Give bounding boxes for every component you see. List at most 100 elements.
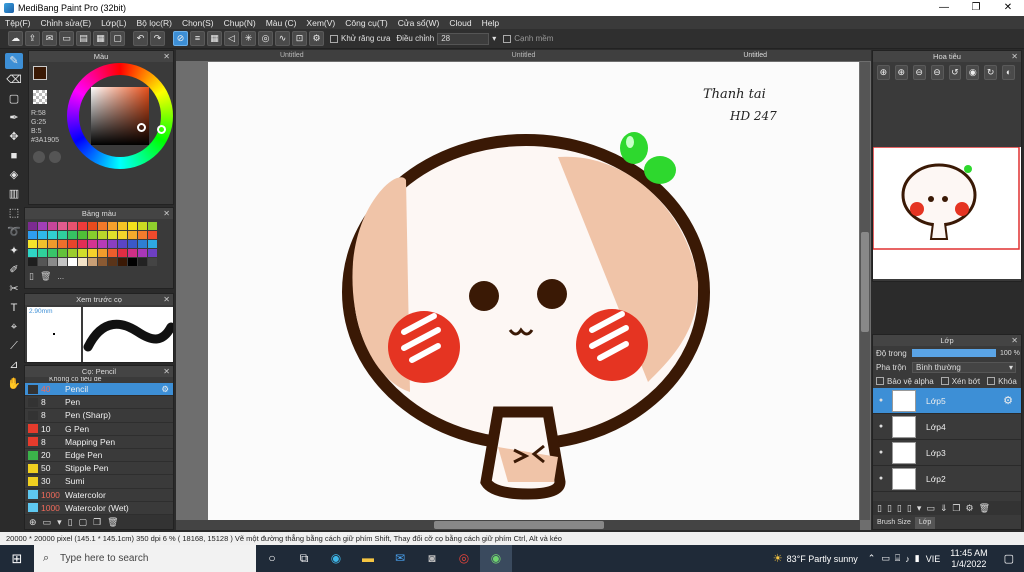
color-swatch[interactable] bbox=[68, 222, 77, 230]
color-swatch[interactable] bbox=[68, 231, 77, 239]
close-icon[interactable]: ✕ bbox=[163, 208, 170, 219]
color-swatch[interactable] bbox=[98, 258, 107, 266]
color-swatch[interactable] bbox=[128, 258, 137, 266]
vertical-scrollbar[interactable] bbox=[860, 62, 870, 520]
flip-icon[interactable]: ◐ bbox=[1002, 65, 1015, 80]
color-swatch[interactable] bbox=[118, 249, 127, 257]
tab-untitled-2[interactable]: Untitled bbox=[408, 50, 640, 61]
brush-new-icon[interactable]: ▢ bbox=[79, 517, 88, 528]
list-item[interactable]: 8 Mapping Pen bbox=[25, 436, 173, 449]
clipping-checkbox[interactable] bbox=[940, 377, 949, 385]
color-swatch[interactable] bbox=[58, 258, 67, 266]
color-mix-icon[interactable] bbox=[49, 151, 61, 163]
color-swatch[interactable] bbox=[108, 240, 117, 248]
color-swatch[interactable] bbox=[98, 240, 107, 248]
color-swatch[interactable] bbox=[48, 222, 57, 230]
notification-icon[interactable]: ▢ bbox=[1004, 552, 1014, 565]
tray-battery-icon[interactable]: ▮ bbox=[915, 553, 920, 564]
clock[interactable]: 11:45 AM 1/4/2022 bbox=[950, 548, 987, 570]
color-swatch[interactable] bbox=[108, 258, 117, 266]
radial-snap-icon[interactable]: ✳ bbox=[241, 31, 256, 46]
select-pen-icon[interactable]: ✐ bbox=[5, 262, 23, 278]
tab-untitled-3[interactable]: Untitled bbox=[639, 50, 871, 61]
zoom-out-icon[interactable]: ⊖ bbox=[912, 65, 926, 80]
tab-brush-size[interactable]: Brush Size bbox=[873, 517, 915, 529]
list-item[interactable]: 8 Pen bbox=[25, 396, 173, 410]
delete-layer-icon[interactable]: 🗑 bbox=[979, 503, 990, 514]
language-indicator[interactable]: VIE bbox=[926, 554, 941, 564]
zoom-fit-icon[interactable]: ⊕ bbox=[877, 65, 890, 80]
color-swatch[interactable] bbox=[78, 231, 87, 239]
visibility-icon[interactable]: ● bbox=[876, 397, 886, 404]
color-swatch[interactable] bbox=[128, 222, 137, 230]
grid-snap-icon[interactable]: ▦ bbox=[207, 31, 222, 46]
color-swatch[interactable] bbox=[138, 231, 147, 239]
close-icon[interactable]: ✕ bbox=[163, 294, 170, 305]
menu-snap[interactable]: Chụp(N) bbox=[219, 18, 261, 28]
color-swatch[interactable] bbox=[138, 249, 147, 257]
menu-layer[interactable]: Lớp(L) bbox=[96, 18, 131, 28]
move-tool-icon[interactable]: ✥ bbox=[5, 129, 23, 145]
list-item[interactable]: 40 Pencil ⚙ bbox=[25, 383, 173, 397]
window-icon[interactable]: ▢ bbox=[110, 31, 125, 46]
list-item[interactable]: 20 Edge Pen bbox=[25, 449, 173, 463]
vertical-scroll-thumb[interactable] bbox=[861, 232, 869, 332]
medibang-taskbar-icon[interactable]: ◉ bbox=[480, 545, 512, 572]
menu-file[interactable]: Tệp(F) bbox=[0, 18, 36, 28]
comment-icon[interactable]: ✉ bbox=[42, 31, 57, 46]
layer-row[interactable]: ● Lớp3 bbox=[873, 440, 1021, 466]
brush-folder-icon[interactable]: ▭ bbox=[43, 517, 52, 528]
color-swatch[interactable] bbox=[118, 231, 127, 239]
rotate-reset-icon[interactable]: ◉ bbox=[966, 65, 980, 80]
menu-cloud[interactable]: Cloud bbox=[444, 18, 476, 28]
color-swatch[interactable] bbox=[108, 249, 117, 257]
color-swatch[interactable] bbox=[128, 240, 137, 248]
snap-off-icon[interactable]: ⊘ bbox=[173, 31, 188, 46]
fill-rect-tool-icon[interactable]: ■ bbox=[5, 148, 23, 164]
color-swatch[interactable] bbox=[58, 231, 67, 239]
operation-tool-icon[interactable]: ⌖ bbox=[5, 319, 23, 335]
delete-icon[interactable]: 🗑 bbox=[107, 517, 118, 528]
protect-alpha-checkbox[interactable] bbox=[876, 377, 884, 385]
menu-color[interactable]: Màu (C) bbox=[261, 18, 302, 28]
swatch-more[interactable]: ... bbox=[57, 272, 64, 281]
circle-snap-icon[interactable]: ◎ bbox=[258, 31, 273, 46]
close-icon[interactable]: ✕ bbox=[1011, 51, 1018, 62]
color-swatch[interactable] bbox=[28, 231, 37, 239]
zoom-in-icon[interactable]: ⊕ bbox=[894, 65, 908, 80]
color-swatch[interactable] bbox=[138, 258, 147, 266]
antialias-checkbox[interactable] bbox=[330, 34, 338, 43]
color-swatch[interactable] bbox=[38, 240, 47, 248]
text-tool-icon[interactable]: T bbox=[5, 300, 23, 316]
select-eraser-icon[interactable]: ✂ bbox=[5, 281, 23, 297]
color-swatch[interactable] bbox=[78, 249, 87, 257]
merge-down-icon[interactable]: ⇓ bbox=[940, 503, 948, 514]
list-item[interactable]: 1000 Watercolor bbox=[25, 489, 173, 502]
color-swatch[interactable] bbox=[28, 240, 37, 248]
color-swatch[interactable] bbox=[68, 240, 77, 248]
color-swatch[interactable] bbox=[128, 231, 137, 239]
color-swatch[interactable] bbox=[78, 222, 87, 230]
color-swatch[interactable] bbox=[128, 249, 137, 257]
cloud-icon[interactable]: ☁ bbox=[8, 31, 23, 46]
color-swatch[interactable] bbox=[38, 258, 47, 266]
parallel-snap-icon[interactable]: ≡ bbox=[190, 31, 205, 46]
file-explorer-icon[interactable]: ▬ bbox=[352, 545, 384, 572]
soft-edge-checkbox[interactable] bbox=[503, 34, 512, 43]
chrome-icon[interactable]: ◎ bbox=[448, 545, 480, 572]
rectangle-tool-icon[interactable]: ▢ bbox=[5, 91, 23, 107]
gear-icon[interactable]: ⚙ bbox=[1003, 394, 1013, 407]
brush-menu-icon[interactable]: ▾ bbox=[57, 517, 62, 528]
pen-tool-icon[interactable]: ✒ bbox=[5, 110, 23, 126]
new-layer-icon[interactable]: ▯ bbox=[877, 503, 882, 514]
visibility-icon[interactable]: ● bbox=[876, 475, 886, 482]
palette-icon[interactable] bbox=[33, 151, 45, 163]
color-swatch[interactable] bbox=[88, 249, 97, 257]
transparent-color-swatch[interactable] bbox=[33, 90, 47, 104]
menu-select[interactable]: Chọn(S) bbox=[177, 18, 219, 28]
horizontal-scrollbar[interactable] bbox=[176, 520, 860, 530]
list-item[interactable]: 50 Stipple Pen bbox=[25, 462, 173, 476]
list-item[interactable]: 10 G Pen bbox=[25, 423, 173, 436]
color-swatch[interactable] bbox=[88, 258, 97, 266]
color-swatch[interactable] bbox=[118, 222, 127, 230]
